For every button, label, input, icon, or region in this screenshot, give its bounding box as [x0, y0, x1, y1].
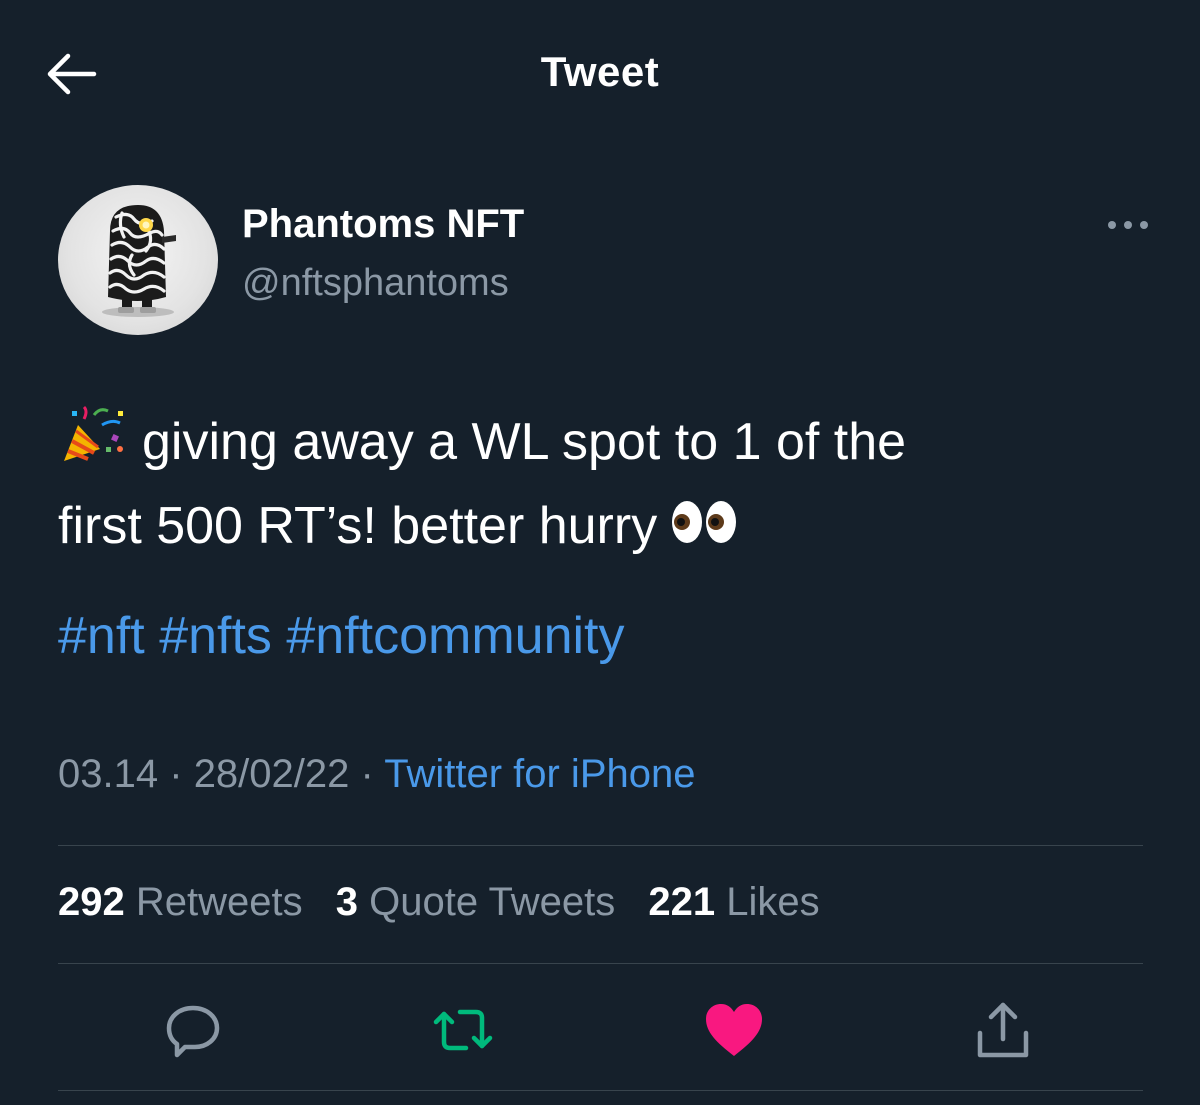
heart-icon: [706, 1004, 762, 1056]
like-button[interactable]: [699, 995, 769, 1065]
likes-count: 221: [648, 880, 716, 924]
author-name[interactable]: Phantoms NFT: [242, 202, 524, 247]
author-handle[interactable]: @nftsphantoms: [242, 262, 509, 305]
share-icon: [977, 1002, 1029, 1058]
hashtags: #nft #nfts #nftcommunity: [58, 594, 625, 678]
likes-label: Likes: [726, 880, 820, 924]
tweet-date: 28/02/22: [193, 752, 350, 796]
tweet-time: 03.14: [58, 752, 159, 796]
quotes-count: 3: [335, 880, 358, 924]
tweet-text-line-2: first 500 RT’s! better hurry: [58, 484, 1158, 568]
divider: [58, 845, 1143, 846]
tweet-actions: [0, 995, 1200, 1065]
more-options-button[interactable]: [1098, 203, 1158, 247]
phantom-avatar-image: [102, 205, 176, 317]
more-horizontal-icon: [1108, 221, 1148, 229]
tweet-detail-page: Tweet Phantoms NFT @nftsphantoms giving …: [0, 0, 1200, 1105]
hashtag-nft[interactable]: #nft: [58, 607, 145, 665]
tweet-text-line-1-content: giving away a WL spot to 1 of the: [142, 413, 907, 471]
retweet-icon: [433, 1009, 493, 1051]
retweets-stat[interactable]: 292 Retweets: [58, 880, 303, 925]
quote-tweets-stat[interactable]: 3 Quote Tweets: [336, 880, 615, 925]
page-title: Tweet: [540, 48, 660, 95]
meta-separator: ·: [360, 752, 374, 796]
divider: [58, 1090, 1143, 1091]
header: Tweet: [0, 0, 1200, 150]
eyes-icon: [672, 501, 737, 543]
avatar[interactable]: [58, 185, 218, 335]
likes-stat[interactable]: 221 Likes: [648, 880, 819, 925]
share-button[interactable]: [968, 995, 1038, 1065]
hashtag-nfts[interactable]: #nfts: [159, 607, 272, 665]
meta-separator: ·: [169, 752, 183, 796]
party-popper-icon: [64, 405, 123, 461]
tweet-meta: 03.14 · 28/02/22 · Twitter for iPhone: [58, 752, 695, 797]
divider: [58, 963, 1143, 964]
tweet-text: giving away a WL spot to 1 of the first …: [58, 400, 1158, 568]
reply-button[interactable]: [158, 995, 228, 1065]
retweets-count: 292: [58, 880, 125, 924]
tweet-author: Phantoms NFT @nftsphantoms: [58, 185, 1158, 335]
tweet-text-line-1: giving away a WL spot to 1 of the: [58, 400, 1158, 484]
retweet-button[interactable]: [428, 995, 498, 1065]
quotes-label: Quote Tweets: [369, 880, 616, 924]
retweets-label: Retweets: [135, 880, 303, 924]
tweet-source-link[interactable]: Twitter for iPhone: [384, 752, 695, 796]
hashtag-nftcommunity[interactable]: #nftcommunity: [286, 607, 624, 665]
tweet-text-line-2-content: first 500 RT’s! better hurry: [58, 497, 658, 555]
reply-icon: [166, 1005, 220, 1058]
tweet-stats: 292 Retweets 3 Quote Tweets 221 Likes: [58, 880, 842, 925]
